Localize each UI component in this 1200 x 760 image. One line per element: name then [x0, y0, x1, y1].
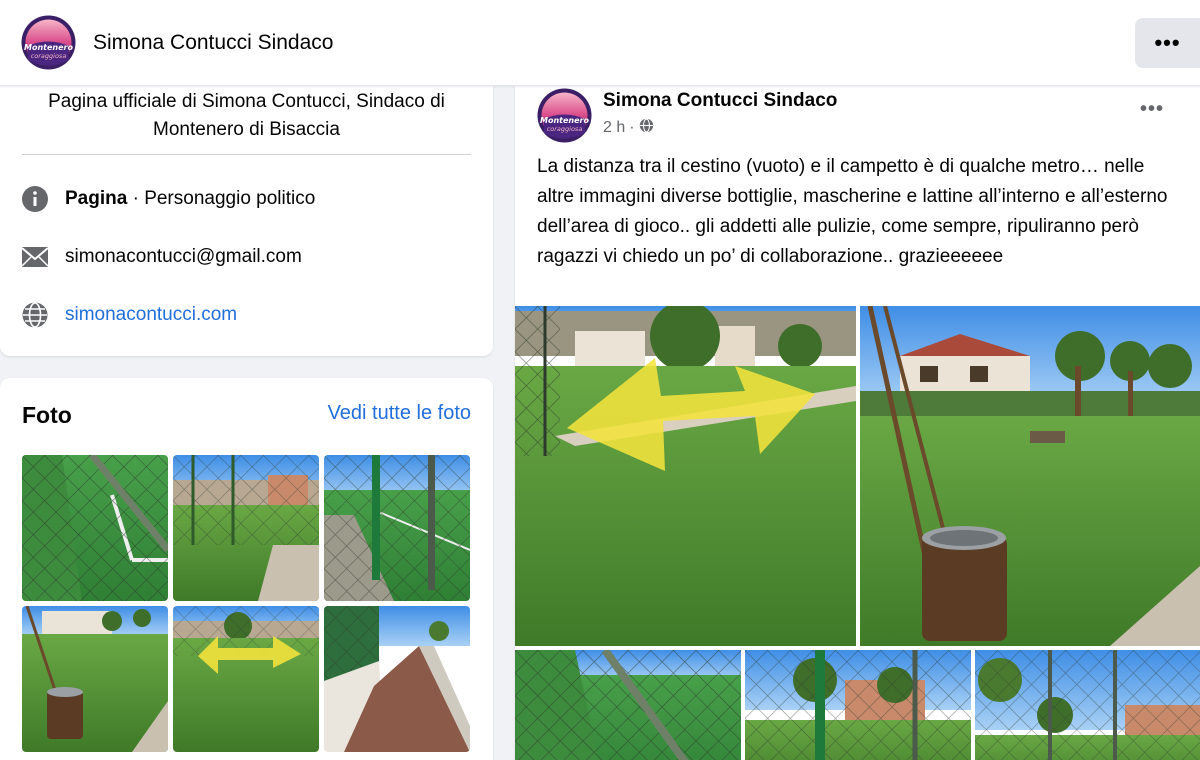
page-bio: Pagina ufficiale di Simona Contucci, Sin… — [48, 91, 445, 140]
website-link[interactable]: simonacontucci.com — [65, 304, 237, 326]
photo-thumbnail[interactable] — [324, 606, 470, 752]
intro-category-row: Pagina · Personaggio politico — [20, 184, 315, 214]
photos-card: Foto Vedi tutte le foto — [0, 378, 493, 760]
public-globe-icon — [639, 118, 654, 138]
post-photo[interactable] — [515, 650, 741, 760]
email-link[interactable]: simonacontucci@gmail.com — [65, 246, 302, 268]
avatar-logo-text-top: Montenero — [540, 116, 589, 125]
post-meta: 2 h · — [603, 118, 654, 138]
globe-icon — [20, 300, 50, 330]
intro-email-row: simonacontucci@gmail.com — [20, 242, 302, 272]
photo-thumbnail[interactable] — [22, 455, 168, 601]
post-options-button[interactable]: ••• — [1140, 98, 1164, 121]
more-options-button[interactable]: ••• — [1135, 18, 1200, 68]
page-header: Montenero coraggiosa Simona Contucci Sin… — [0, 0, 1200, 86]
page-title: Simona Contucci Sindaco — [93, 31, 334, 54]
post-author-avatar[interactable]: Montenero coraggiosa — [537, 88, 592, 143]
post-text: La distanza tra il cestino (vuoto) e il … — [537, 156, 1168, 267]
post-photo[interactable] — [975, 650, 1200, 760]
intro-website-row: simonacontucci.com — [20, 300, 237, 330]
meta-separator: · — [629, 119, 635, 136]
logo-text-bottom: coraggiosa — [31, 52, 67, 60]
category-prefix: Pagina — [65, 188, 128, 209]
post-timestamp[interactable]: 2 h — [603, 119, 625, 137]
intro-card: Pagina ufficiale di Simona Contucci, Sin… — [0, 86, 493, 356]
photos-heading: Foto — [22, 402, 72, 428]
post-photo[interactable] — [745, 650, 971, 760]
logo-text-top: Montenero — [24, 43, 73, 52]
category-value: · Personaggio politico — [127, 188, 316, 209]
photo-thumbnail[interactable] — [324, 455, 470, 601]
more-dots-label: ••• — [1154, 30, 1181, 55]
post-card: Montenero coraggiosa Simona Contucci Sin… — [515, 86, 1200, 760]
see-all-photos-link[interactable]: Vedi tutte le foto — [328, 402, 471, 425]
page-profile-logo[interactable]: Montenero coraggiosa — [21, 15, 76, 70]
photo-thumbnail[interactable] — [173, 455, 319, 601]
post-author-name[interactable]: Simona Contucci Sindaco — [603, 90, 837, 112]
intro-divider — [22, 154, 471, 155]
avatar-logo-text-bottom: coraggiosa — [547, 125, 583, 133]
post-photo[interactable] — [860, 306, 1200, 646]
photo-thumbnail[interactable] — [22, 606, 168, 752]
envelope-icon — [20, 242, 50, 272]
post-photo[interactable] — [515, 306, 856, 646]
photo-thumbnail[interactable] — [173, 606, 319, 752]
info-icon — [20, 184, 50, 214]
